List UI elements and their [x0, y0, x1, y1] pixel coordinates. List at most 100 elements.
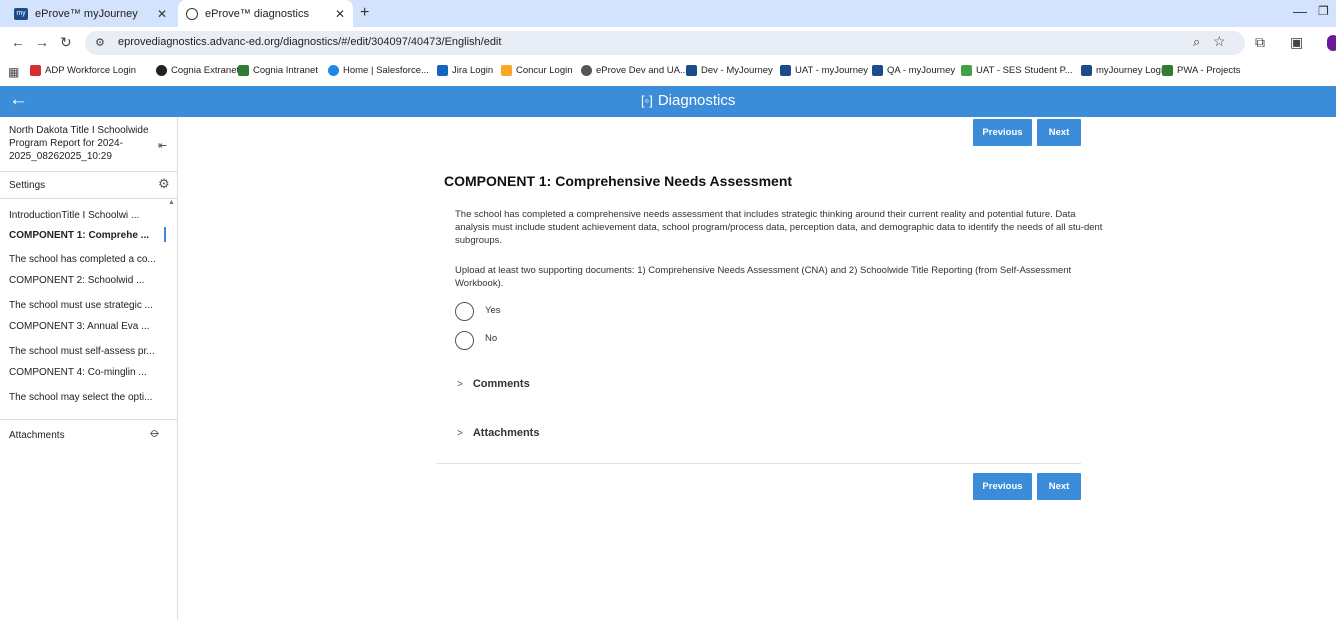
url-text: eprovediagnostics.advanc-ed.org/diagnost… [118, 36, 502, 48]
site-settings-icon[interactable]: ⚙ [95, 36, 105, 49]
chevron-right-icon: > [457, 378, 463, 390]
bookmark-qa-myjourney[interactable]: QA - myJourney [872, 65, 955, 76]
restore-window-icon[interactable]: ❐ [1318, 4, 1329, 18]
paperclip-icon[interactable]: ⌀ [146, 425, 163, 442]
sidebar-item-question-2[interactable]: The school must use strategic ... [9, 300, 153, 311]
gear-icon[interactable]: ⚙ [158, 176, 170, 192]
jira-icon [437, 65, 448, 76]
attachments-label: Attachments [472, 427, 540, 439]
bookmark-pwa-projects[interactable]: PWA - Projects [1162, 65, 1241, 76]
scroll-up-icon[interactable]: ▲ [168, 199, 175, 206]
chevron-right-icon: > [457, 427, 463, 439]
back-icon[interactable]: ← [11, 34, 25, 50]
bookmark-uat-ses[interactable]: UAT - SES Student P... [961, 65, 1073, 76]
bookmark-concur[interactable]: Concur Login [501, 65, 573, 76]
bookmark-cognia-extranet[interactable]: Cognia Extranet [156, 65, 239, 76]
close-tab-icon[interactable]: ✕ [157, 7, 167, 21]
sidebar-item-component-1[interactable]: COMPONENT 1: Comprehe ... [9, 230, 149, 241]
bookmark-label: ADP Workforce Login [45, 65, 136, 76]
bookmark-myjourney-login[interactable]: myJourney Login [1081, 65, 1168, 76]
bookmark-label: Jira Login [452, 65, 494, 76]
divider [0, 171, 178, 172]
next-button-top[interactable]: Next [1037, 119, 1081, 146]
sidebar-item-component-4[interactable]: COMPONENT 4: Co-minglin ... [9, 367, 147, 378]
tab-label: eProve™ myJourney [35, 7, 138, 20]
zoom-icon[interactable]: ⌕ [1193, 34, 1200, 50]
myjourney-icon: my [14, 7, 28, 20]
bookmark-label: myJourney Login [1096, 65, 1169, 76]
attachments-expander[interactable]: > Attachments [457, 427, 539, 439]
close-tab-icon[interactable]: ✕ [335, 7, 345, 21]
previous-button-top[interactable]: Previous [973, 119, 1032, 146]
apps-grid-icon[interactable]: ▦ [8, 65, 19, 79]
cognia-icon [156, 65, 167, 76]
bookmark-label: UAT - myJourney [795, 65, 869, 76]
salesforce-cloud-icon [328, 65, 339, 76]
browser-tab-diagnostics[interactable]: eProve™ diagnostics ✕ [178, 0, 353, 27]
bookmark-label: Home | Salesforce... [343, 65, 429, 76]
project-icon [1162, 65, 1173, 76]
cognia-intranet-icon [238, 65, 249, 76]
bookmark-salesforce[interactable]: Home | Salesforce... [328, 65, 429, 76]
radio-label-no[interactable]: No [485, 333, 497, 344]
radio-no[interactable] [455, 331, 474, 350]
radio-yes[interactable] [455, 302, 474, 321]
bookmark-label: eProve Dev and UA... [596, 65, 688, 76]
new-tab-icon[interactable]: + [360, 4, 369, 22]
sidebar-item-question-4[interactable]: The school may select the opti... [9, 392, 152, 403]
report-title: North Dakota Title I Schoolwide Program … [9, 125, 149, 162]
adp-icon [30, 65, 41, 76]
browser-toolbar: ← → ↻ ⚙ eprovediagnostics.advanc-ed.org/… [0, 27, 1336, 59]
extensions-icon[interactable]: ⧉ [1255, 34, 1265, 51]
comments-expander[interactable]: > Comments [457, 378, 530, 390]
bookmark-label: Concur Login [516, 65, 573, 76]
diagnostics-icon: [◦] [641, 93, 653, 108]
app-header: ← [◦] Diagnostics [0, 86, 1336, 117]
bookmark-adp[interactable]: ADP Workforce Login [30, 65, 136, 76]
radio-label-yes[interactable]: Yes [485, 305, 501, 316]
sidebar-item-component-2[interactable]: COMPONENT 2: Schoolwid ... [9, 275, 144, 286]
divider [0, 419, 178, 420]
forward-icon[interactable]: → [35, 34, 49, 50]
bookmark-cognia-intranet[interactable]: Cognia Intranet [238, 65, 318, 76]
myjourney-icon [780, 65, 791, 76]
component-title: COMPONENT 1: Comprehensive Needs Assessm… [444, 173, 793, 189]
bookmark-uat-myjourney[interactable]: UAT - myJourney [780, 65, 868, 76]
sidebar-item-introduction[interactable]: IntroductionTitle I Schoolwi ... [9, 210, 139, 221]
bookmark-label: Cognia Intranet [253, 65, 318, 76]
sidebar-item-question-3[interactable]: The school must self-assess pr... [9, 346, 155, 357]
upload-instructions: Upload at least two supporting documents… [455, 265, 1072, 289]
app-title: [◦] Diagnostics [641, 92, 735, 109]
active-indicator [164, 227, 166, 242]
bookmark-label: Cognia Extranet [171, 65, 240, 76]
minimize-icon[interactable]: — [1293, 3, 1307, 19]
browser-tab-myjourney[interactable]: my eProve™ myJourney ✕ [6, 0, 175, 27]
bookmark-label: UAT - SES Student P... [976, 65, 1073, 76]
sidebar-attachments[interactable]: Attachments [9, 430, 65, 441]
bookmark-jira[interactable]: Jira Login [437, 65, 493, 76]
settings-label[interactable]: Settings [9, 180, 45, 191]
collapse-sidebar-icon[interactable]: ⇤ [158, 139, 167, 152]
address-bar[interactable]: ⚙ eprovediagnostics.advanc-ed.org/diagno… [85, 31, 1245, 55]
myjourney-icon [1081, 65, 1092, 76]
bookmark-eprove-dev[interactable]: eProve Dev and UA... [581, 65, 688, 76]
profile-avatar[interactable] [1327, 35, 1336, 51]
bookmark-star-icon[interactable]: ☆ [1213, 33, 1226, 50]
bookmark-label: PWA - Projects [1177, 65, 1241, 76]
next-button-bottom[interactable]: Next [1037, 473, 1081, 500]
sidepanel-icon[interactable]: ▣ [1290, 34, 1303, 51]
back-arrow-icon[interactable]: ← [9, 89, 28, 111]
divider [0, 198, 178, 199]
previous-button-bottom[interactable]: Previous [973, 473, 1032, 500]
bookmark-dev-myjourney[interactable]: Dev - MyJourney [686, 65, 773, 76]
reload-icon[interactable]: ↻ [60, 34, 72, 51]
bookmark-label: Dev - MyJourney [701, 65, 773, 76]
sidebar-item-question-1[interactable]: The school has completed a co... [9, 254, 156, 265]
tab-label: eProve™ diagnostics [205, 7, 309, 20]
globe-icon [186, 7, 198, 20]
browser-tab-strip: my eProve™ myJourney ✕ eProve™ diagnosti… [0, 0, 1336, 27]
comments-label: Comments [472, 378, 530, 390]
question-description: The school has completed a comprehensive… [455, 209, 1103, 246]
sidebar-item-component-3[interactable]: COMPONENT 3: Annual Eva ... [9, 321, 149, 332]
ses-icon [961, 65, 972, 76]
